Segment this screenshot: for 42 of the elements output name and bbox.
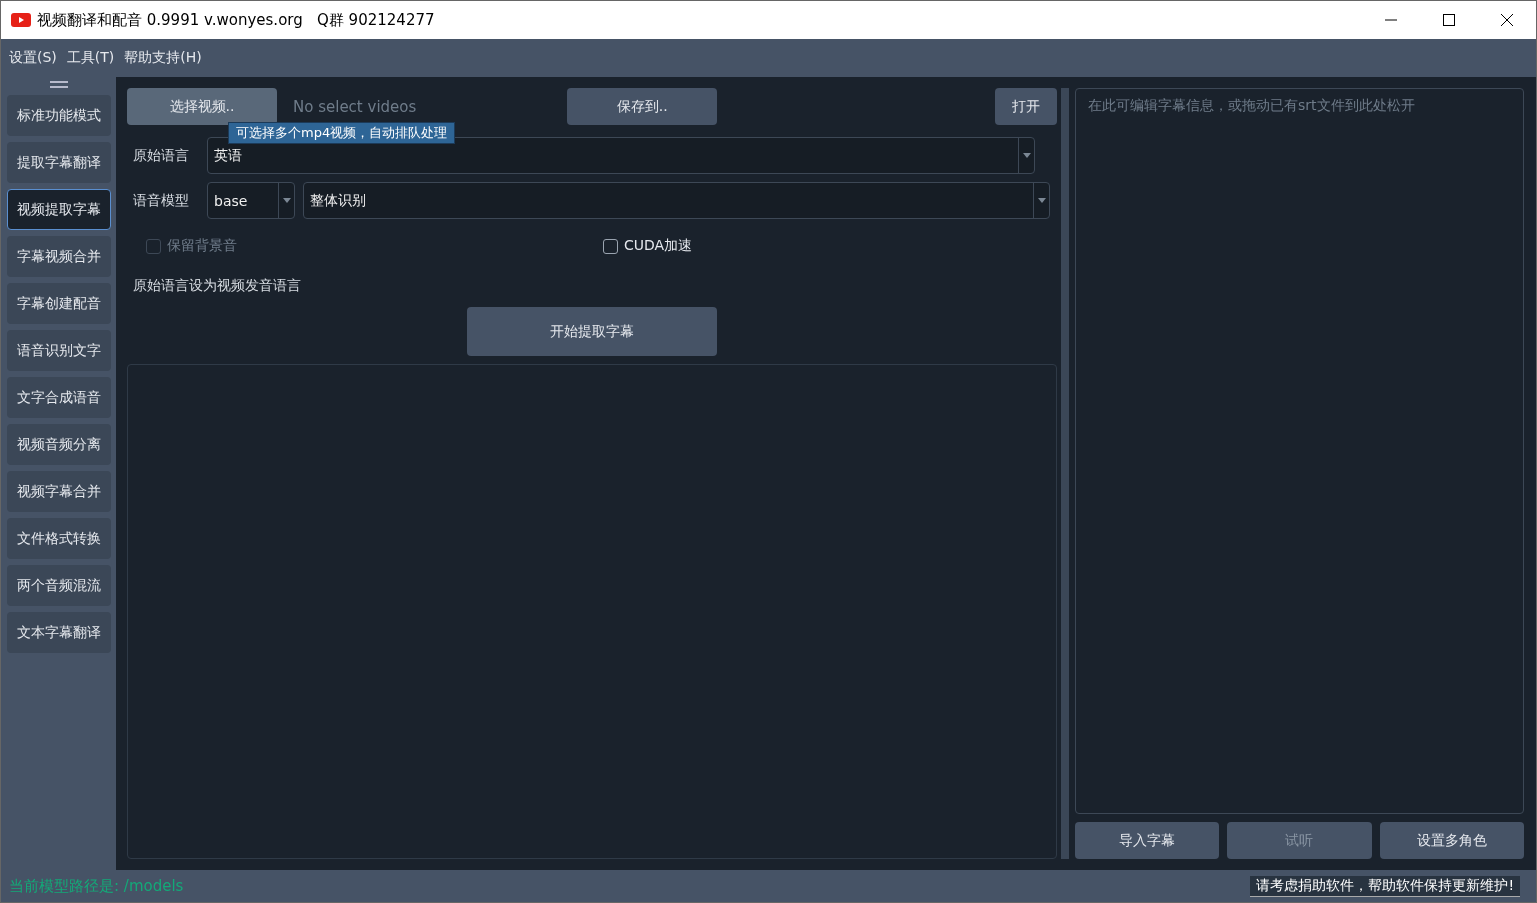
- splitter-handle[interactable]: [1061, 88, 1069, 859]
- sidebar-item[interactable]: 视频音频分离: [6, 424, 111, 465]
- minimize-icon: [1385, 19, 1397, 21]
- sidebar-item[interactable]: 文本字幕翻译: [6, 612, 111, 653]
- menu-item[interactable]: 设置(S): [9, 49, 57, 67]
- save-button[interactable]: 保存到..: [567, 88, 718, 125]
- close-icon: [1501, 14, 1513, 26]
- maximize-icon: [1443, 14, 1455, 26]
- sidebar-item[interactable]: 语音识别文字: [6, 330, 111, 371]
- sidebar-item[interactable]: 字幕视频合并: [6, 236, 111, 277]
- file-status: No select videos: [293, 97, 417, 116]
- menu-item[interactable]: 帮助支持(H): [124, 49, 202, 67]
- mode-dropdown[interactable]: 整体识别: [303, 182, 1050, 219]
- field-label: 语音模型: [132, 191, 190, 210]
- sidebar-item[interactable]: 文件格式转换: [6, 518, 111, 559]
- model-dropdown[interactable]: base: [207, 182, 295, 219]
- window-title: 视频翻译和配音 0.9991 v.wonyes.org Q群 902124277: [37, 10, 435, 30]
- dropdown-caret-icon: [1037, 198, 1046, 203]
- sidebar-item[interactable]: 标准功能模式: [6, 95, 111, 136]
- sidebar-item[interactable]: 视频提取字幕: [6, 189, 111, 230]
- checkbox[interactable]: CUDA加速: [603, 237, 693, 255]
- sidebar-item[interactable]: 字幕创建配音: [6, 283, 111, 324]
- start-button[interactable]: 开始提取字幕: [467, 307, 717, 356]
- play-logo-icon: [11, 13, 31, 27]
- tooltip: 可选择多个mp4视频，自动排队处理: [228, 122, 456, 144]
- open-button[interactable]: 打开: [995, 88, 1057, 125]
- sidebar-item[interactable]: 两个音频混流: [6, 565, 111, 606]
- field-label: 原始语言: [132, 146, 190, 165]
- sidebar-item[interactable]: 提取字幕翻译: [6, 142, 111, 183]
- hint-text: 原始语言设为视频发音语言: [132, 277, 301, 295]
- collapse-icon[interactable]: [49, 81, 68, 89]
- subtitle-editor[interactable]: 在此可编辑字幕信息，或拖动已有srt文件到此处松开: [1075, 88, 1524, 814]
- sidebar-item[interactable]: 视频字幕合并: [6, 471, 111, 512]
- donate-message: 请考虑捐助软件，帮助软件保持更新维护!: [1250, 875, 1520, 897]
- dropdown-caret-icon: [1022, 153, 1031, 158]
- menu-item[interactable]: 工具(T): [66, 49, 115, 67]
- editor-button[interactable]: 导入字幕: [1075, 822, 1220, 859]
- model-path-text: 当前模型路径是: /models: [9, 876, 184, 896]
- sidebar-item[interactable]: 文字合成语音: [6, 377, 111, 418]
- select-video-button[interactable]: 选择视频..: [127, 88, 277, 125]
- editor-button[interactable]: 设置多角色: [1379, 822, 1524, 859]
- dropdown-caret-icon: [282, 198, 291, 203]
